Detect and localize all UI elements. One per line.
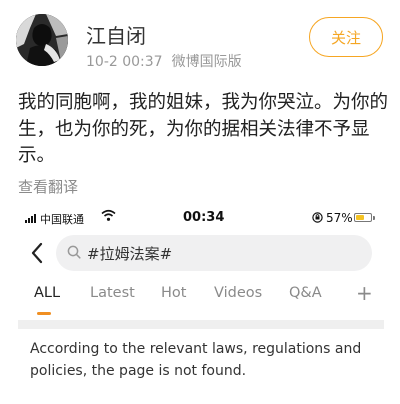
embedded-screenshot[interactable]: 中国联通 00:34 57% #拉姆法案# ALL Latest Hot Vid… bbox=[18, 203, 384, 404]
active-tab-indicator bbox=[37, 312, 51, 315]
post-meta: 10-2 00:37 微博国际版 bbox=[86, 51, 242, 71]
post-source: 微博国际版 bbox=[171, 54, 242, 70]
avatar[interactable] bbox=[16, 14, 68, 66]
battery-tip bbox=[373, 216, 375, 220]
search-input[interactable]: #拉姆法案# bbox=[56, 235, 372, 271]
username[interactable]: 江自闭 bbox=[86, 20, 146, 49]
plus-icon[interactable]: + bbox=[356, 281, 373, 305]
post-timestamp: 10-2 00:37 bbox=[86, 54, 163, 70]
translate-link[interactable]: 查看翻译 bbox=[18, 176, 78, 197]
not-found-notice: According to the relevant laws, regulati… bbox=[30, 341, 362, 379]
wifi-icon bbox=[101, 209, 116, 221]
carrier-label: 中国联通 bbox=[40, 213, 84, 226]
avatar-image bbox=[16, 14, 68, 66]
post-text: 我的同胞啊，我的姐妹，我为你哭泣。为你的生，也为你的死，为你的据相关法律不予显示… bbox=[18, 92, 389, 166]
status-bar: 中国联通 00:34 57% bbox=[18, 203, 384, 233]
battery-level bbox=[356, 215, 364, 220]
battery-icon bbox=[354, 213, 372, 222]
follow-button-label: 关注 bbox=[330, 28, 361, 47]
tab-bar: ALL Latest Hot Videos Q&A + bbox=[18, 281, 384, 319]
search-icon bbox=[67, 245, 81, 259]
tab-qa[interactable]: Q&A bbox=[289, 285, 322, 301]
tab-all[interactable]: ALL bbox=[34, 285, 60, 301]
tab-latest[interactable]: Latest bbox=[90, 285, 135, 301]
search-query: #拉姆法案# bbox=[87, 245, 173, 263]
follow-button[interactable]: 关注 bbox=[309, 17, 383, 57]
signal-icon bbox=[25, 214, 36, 223]
section-divider bbox=[18, 320, 384, 329]
tab-videos[interactable]: Videos bbox=[214, 285, 262, 301]
tab-hot[interactable]: Hot bbox=[161, 285, 186, 301]
battery-percent: 57% bbox=[326, 211, 353, 225]
chevron-left-icon[interactable] bbox=[28, 241, 48, 265]
status-time: 00:34 bbox=[183, 210, 225, 225]
rotation-lock-icon bbox=[312, 212, 323, 223]
